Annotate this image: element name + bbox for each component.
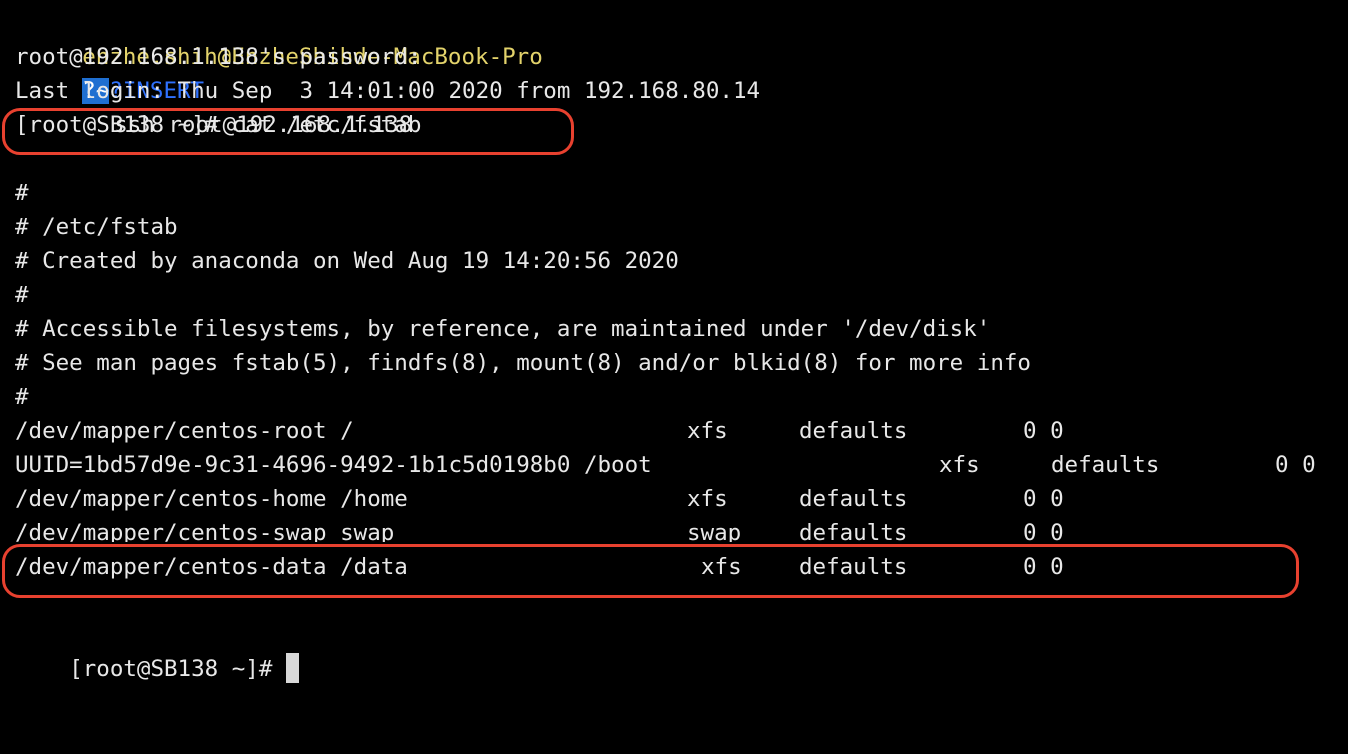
fstab-dump-pass: 0 0 xyxy=(1023,520,1064,542)
fstab-dump-pass: 0 0 xyxy=(1023,418,1064,444)
fstab-type: xfs xyxy=(687,418,728,444)
fstab-options: defaults xyxy=(1051,452,1160,478)
comment-line: # See man pages fstab(5), findfs(8), mou… xyxy=(15,350,1031,376)
fstab-options: defaults xyxy=(799,520,908,542)
comment-line: # Created by anaconda on Wed Aug 19 14:2… xyxy=(15,248,679,274)
text-cursor xyxy=(286,652,300,683)
fstab-device: /dev/mapper/centos-root / xyxy=(15,418,354,444)
highlight-box-command xyxy=(2,108,574,155)
comment-line: # Accessible filesystems, by reference, … xyxy=(15,316,991,342)
fstab-device: UUID=1bd57d9e-9c31-4696-9492-1b1c5d0198b… xyxy=(15,452,652,478)
fstab-type: swap xyxy=(687,520,742,542)
password-prompt: root@192.168.1.138's password: xyxy=(15,44,422,70)
last-login-line: Last login: Thu Sep 3 14:01:00 2020 from… xyxy=(15,78,761,104)
fstab-options: defaults xyxy=(799,486,908,512)
fstab-type: xfs xyxy=(687,486,728,512)
shell-status-line: enzhe.shih@EnzheShihde-MacBook-Pro ?~?IN… xyxy=(28,6,543,138)
highlight-box-data-entry xyxy=(2,544,1299,598)
comment-line: # /etc/fstab xyxy=(15,214,178,240)
fstab-entry: /dev/mapper/centos-root / xfs defaults 0… xyxy=(15,414,1335,448)
shell-prompt[interactable]: [root@SB138 ~]# xyxy=(15,618,300,683)
fstab-options: defaults xyxy=(799,418,908,444)
fstab-device: /dev/mapper/centos-swap swap xyxy=(15,520,395,542)
comment-line: # xyxy=(15,384,29,410)
fstab-type: xfs xyxy=(939,452,980,478)
prompt-text: [root@SB138 ~]# xyxy=(69,656,273,682)
fstab-dump-pass: 0 0 xyxy=(1275,452,1316,478)
fstab-device: /dev/mapper/centos-home /home xyxy=(15,486,408,512)
comment-line: # xyxy=(15,282,29,308)
fstab-entry: /dev/mapper/centos-swap swap swap defaul… xyxy=(15,516,1335,542)
comment-line: # xyxy=(15,180,29,206)
fstab-dump-pass: 0 0 xyxy=(1023,486,1064,512)
fstab-entry: /dev/mapper/centos-home /home xfs defaul… xyxy=(15,482,1335,516)
fstab-entry: UUID=1bd57d9e-9c31-4696-9492-1b1c5d0198b… xyxy=(15,448,1335,482)
terminal-window[interactable]: enzhe.shih@EnzheShihde-MacBook-Pro ?~?IN… xyxy=(0,0,1348,706)
